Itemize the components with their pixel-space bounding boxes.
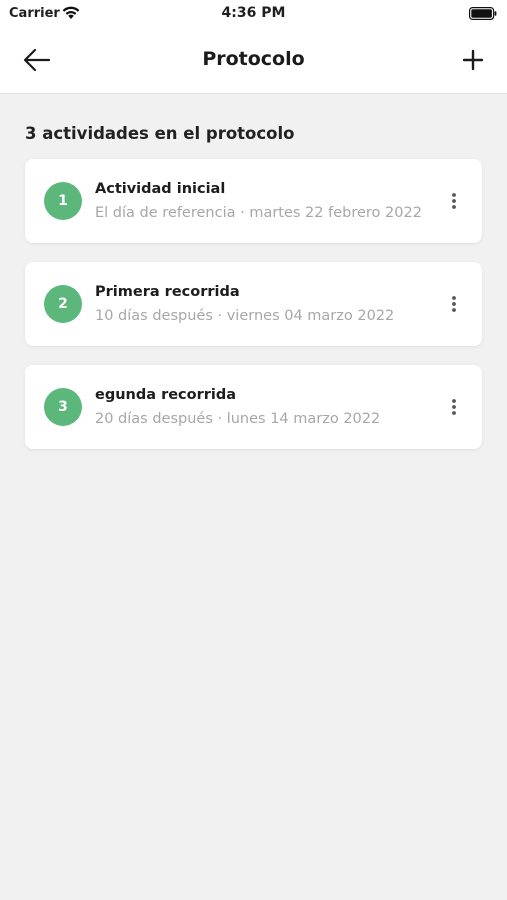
navigation-bar: Protocolo <box>0 28 507 94</box>
step-number-badge: 2 <box>44 285 82 323</box>
activity-title: Primera recorrida <box>95 284 240 300</box>
step-number-badge: 1 <box>44 182 82 220</box>
activity-date: 20 días después · lunes 14 marzo 2022 <box>95 411 381 427</box>
activity-card[interactable]: 2 Primera recorrida 10 días después · vi… <box>25 262 482 346</box>
more-vertical-icon <box>452 193 456 209</box>
page-title: Protocolo <box>202 48 305 70</box>
activities-count-heading: 3 actividades en el protocolo <box>25 124 295 143</box>
battery-icon <box>469 7 497 20</box>
plus-icon <box>462 49 484 71</box>
more-options-button[interactable] <box>442 290 466 318</box>
activity-card[interactable]: 3 egunda recorrida 20 días después · lun… <box>25 365 482 449</box>
add-activity-button[interactable] <box>453 42 493 78</box>
more-options-button[interactable] <box>442 187 466 215</box>
activity-title: egunda recorrida <box>95 387 237 403</box>
step-number-badge: 3 <box>44 388 82 426</box>
activity-date: 10 días después · viernes 04 marzo 2022 <box>95 308 395 324</box>
activity-list: 1 Actividad inicial El día de referencia… <box>25 159 482 468</box>
activity-date: El día de referencia · martes 22 febrero… <box>95 205 422 221</box>
status-bar: Carrier 4:36 PM <box>0 0 507 28</box>
clock-time: 4:36 PM <box>221 5 286 21</box>
activity-card[interactable]: 1 Actividad inicial El día de referencia… <box>25 159 482 243</box>
more-vertical-icon <box>452 399 456 415</box>
activity-title: Actividad inicial <box>95 181 226 197</box>
more-options-button[interactable] <box>442 393 466 421</box>
more-vertical-icon <box>452 296 456 312</box>
